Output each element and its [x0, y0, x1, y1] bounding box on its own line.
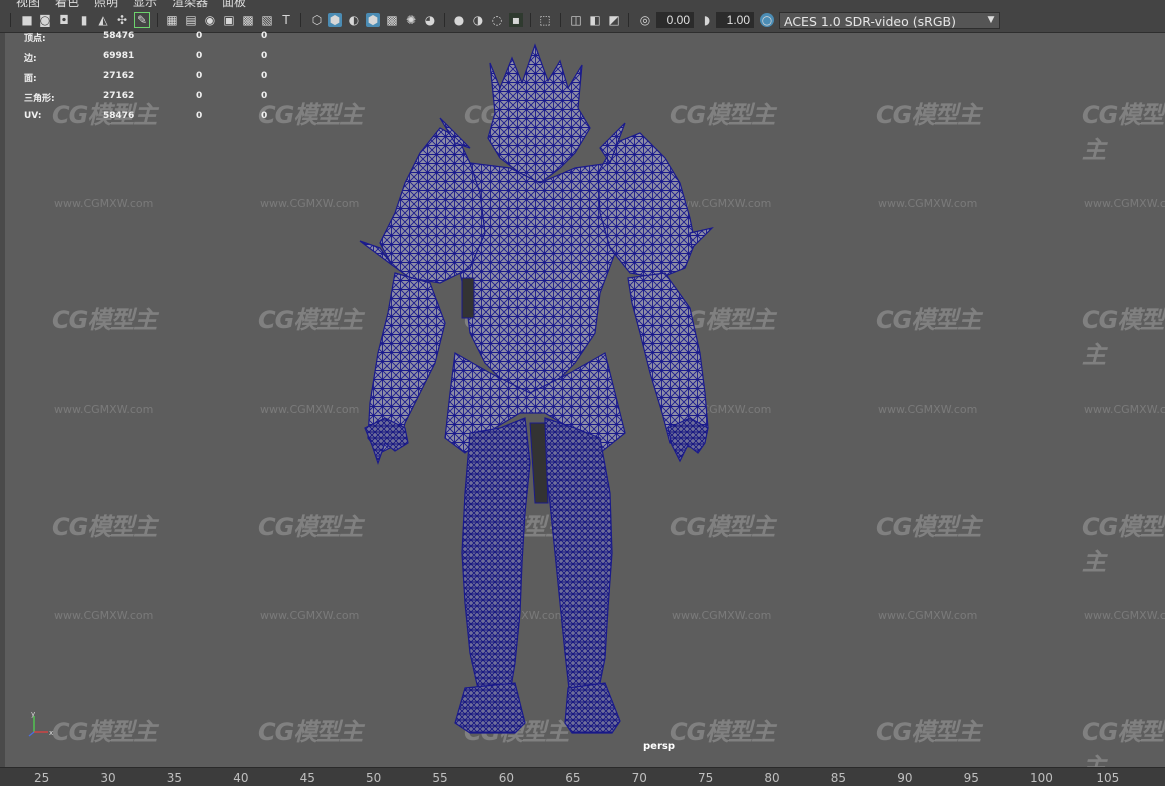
svg-text:x: x [49, 729, 53, 737]
exposure-icon[interactable]: ◎ [638, 13, 652, 27]
color-management-dropdown[interactable]: ACES 1.0 SDR-video (sRGB) ▼ [779, 12, 1000, 29]
hud-value: 58476 [103, 31, 135, 41]
time-slider[interactable]: 25 30 35 40 45 50 55 60 65 70 75 80 85 90 95 100 105 [0, 767, 1165, 786]
gate-mask-icon[interactable]: ▣ [222, 13, 236, 27]
default-material-icon[interactable]: ◐ [347, 13, 361, 27]
xray-icon[interactable]: ◫ [569, 13, 583, 27]
timeline-tick-label: 80 [764, 771, 780, 785]
wireframe-icon[interactable]: ⬡ [310, 13, 324, 27]
menu-bar: 视图 着色 照明 显示 渲染器 面板 [0, 0, 1165, 8]
hud-label: 顶点: [24, 34, 46, 44]
hud-value: 0 [261, 51, 268, 61]
menu-shading[interactable]: 着色 [55, 0, 79, 8]
exposure-field[interactable] [656, 12, 694, 28]
screen-space-ao-icon[interactable]: ● [452, 13, 466, 27]
motion-blur-icon[interactable]: ◑ [471, 13, 485, 27]
timeline-tick-label: 45 [299, 771, 315, 785]
wireframe-on-shaded-icon[interactable]: ⬢ [366, 13, 380, 27]
hud-label: 边: [24, 54, 37, 64]
select-camera-icon[interactable]: ■ [20, 13, 34, 27]
hud-value: 0 [196, 71, 203, 81]
multisample-aa-icon[interactable]: ◌ [490, 13, 504, 27]
timeline-tick-label: 30 [100, 771, 116, 785]
safe-title-icon[interactable]: T [279, 13, 293, 27]
depth-of-field-icon[interactable]: ▪ [509, 13, 523, 27]
menu-view[interactable]: 视图 [16, 0, 40, 8]
2d-pan-zoom-icon[interactable]: ◭ [96, 13, 110, 27]
hud-value: 0 [196, 111, 203, 121]
resolution-gate-icon[interactable]: ◉ [203, 13, 217, 27]
hud-value: 0 [261, 111, 268, 121]
hud-value: 69981 [103, 51, 135, 61]
camera-attributes-icon[interactable]: ◙ [38, 13, 52, 27]
bookmark-camera-icon[interactable]: ◘ [57, 13, 71, 27]
timeline-tick-label: 85 [830, 771, 847, 785]
timeline-tick-label: 95 [963, 771, 979, 785]
grease-pencil-icon[interactable]: ✣ [115, 13, 129, 27]
shadows-icon[interactable]: ◕ [423, 13, 437, 27]
xray-joints-icon[interactable]: ◩ [607, 13, 621, 27]
color-management-label: ACES 1.0 SDR-video (sRGB) [784, 14, 956, 29]
timeline-tick-label: 60 [498, 771, 515, 785]
film-gate-icon[interactable]: ▤ [184, 13, 198, 27]
hud-label: UV: [24, 111, 42, 121]
timeline-tick-label: 50 [366, 771, 382, 785]
xray-active-icon[interactable]: ◧ [588, 13, 602, 27]
hud-value: 0 [196, 31, 203, 41]
timeline-tick-label: 55 [432, 771, 448, 785]
menu-show[interactable]: 显示 [133, 0, 157, 8]
camera-label: persp [643, 741, 675, 752]
gamma-icon[interactable]: ◗ [700, 13, 714, 27]
menu-panels[interactable]: 面板 [222, 0, 246, 8]
timeline-tick-label: 35 [166, 771, 183, 785]
grid-icon[interactable]: ▦ [165, 13, 179, 27]
pencil-tool-icon[interactable]: ✎ [134, 12, 150, 28]
hud-value: 27162 [103, 91, 135, 101]
panel-toolbar: ■ ◙ ◘ ▮ ◭ ✣ ✎ ▦ ▤ ◉ ▣ ▩ ▧ T ⬡ ⬢ ◐ ⬢ ▩ ✺ … [0, 8, 1165, 33]
hud-value: 58476 [103, 111, 135, 121]
hud-label: 面: [24, 74, 37, 84]
hud-value: 27162 [103, 71, 135, 81]
hud-value: 0 [196, 51, 203, 61]
timeline-tick-label: 100 [1030, 771, 1053, 785]
chevron-down-icon: ▼ [987, 15, 995, 25]
timeline-tick-label: 90 [897, 771, 913, 785]
timeline-tick-label: 25 [34, 771, 50, 785]
textured-icon[interactable]: ▩ [385, 13, 399, 27]
view-transform-icon[interactable]: ○ [760, 13, 774, 27]
hud-value: 0 [261, 91, 268, 101]
timeline-tick-label: 40 [233, 771, 249, 785]
field-chart-icon[interactable]: ▩ [241, 13, 255, 27]
smooth-shade-icon[interactable]: ⬢ [328, 13, 342, 27]
hud-value: 0 [261, 71, 268, 81]
hud-value: 0 [261, 31, 268, 41]
gamma-field[interactable] [716, 12, 754, 28]
timeline-tick-label: 70 [631, 771, 647, 785]
hud-label: 三角形: [24, 94, 55, 104]
menu-renderer[interactable]: 渲染器 [172, 0, 208, 8]
image-plane-icon[interactable]: ▮ [77, 13, 91, 27]
menu-lighting[interactable]: 照明 [94, 0, 118, 8]
hud-value: 0 [196, 91, 203, 101]
use-all-lights-icon[interactable]: ✺ [404, 13, 418, 27]
wireframe-model[interactable] [0, 33, 1165, 767]
isolate-select-icon[interactable]: ⬚ [538, 13, 552, 27]
timeline-tick-label: 75 [698, 771, 714, 785]
svg-text:y: y [31, 712, 35, 718]
safe-action-icon[interactable]: ▧ [260, 13, 274, 27]
axis-gizmo-icon: y x [28, 712, 53, 737]
timeline-tick-label: 65 [565, 771, 581, 785]
timeline-tick-label: 105 [1096, 771, 1120, 785]
